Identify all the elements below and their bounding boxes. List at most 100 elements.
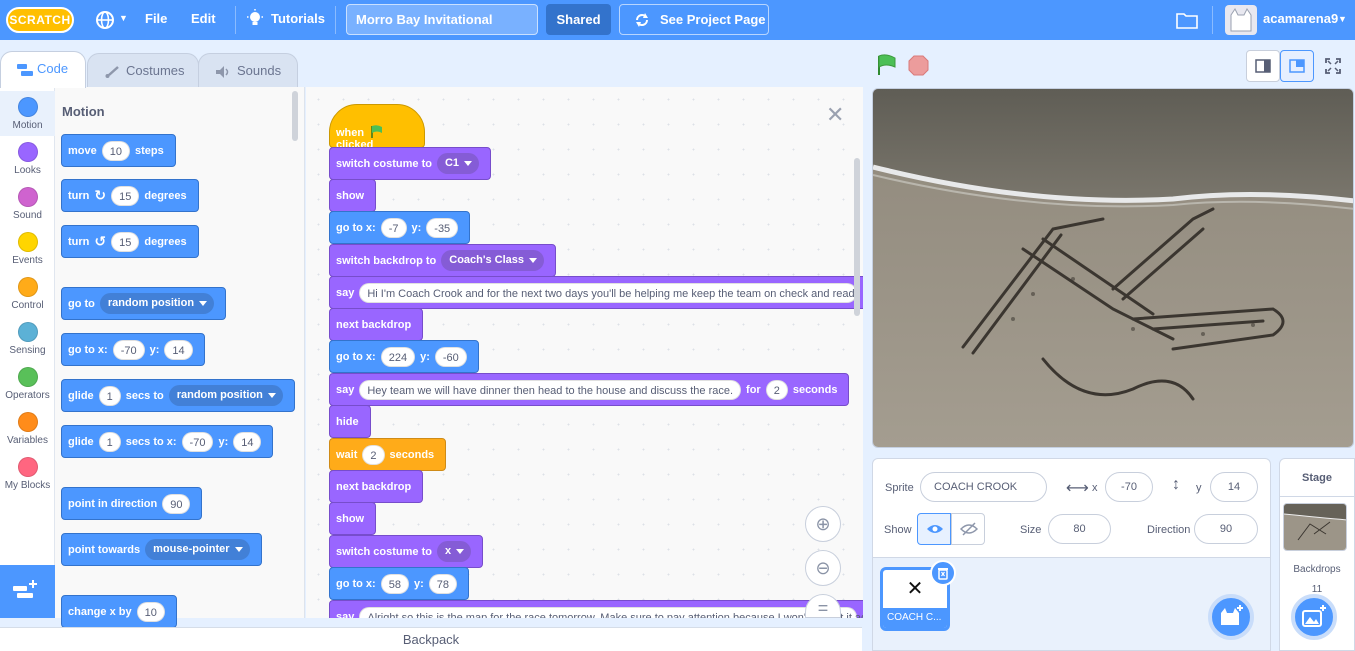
change-x-input[interactable]: 10 (136, 601, 165, 622)
switch-costume-block[interactable]: switch costume to x (329, 535, 484, 568)
choose-sprite-button[interactable] (1208, 594, 1254, 640)
username[interactable]: acamarena9 (1263, 0, 1338, 40)
costume-dropdown[interactable]: C1 (436, 153, 480, 174)
y-input[interactable]: 78 (428, 573, 457, 594)
green-flag-icon[interactable] (876, 54, 898, 76)
secs-input[interactable]: 1 (98, 431, 121, 452)
y-input[interactable]: 14 (233, 431, 262, 452)
chevron-down-icon[interactable]: ▼ (1338, 14, 1347, 24)
stage-thumbnail[interactable] (1283, 503, 1347, 551)
x-input[interactable]: -70 (181, 431, 214, 452)
tab-code[interactable]: Code (0, 51, 86, 88)
direction-input[interactable]: 90 (162, 493, 191, 514)
show-visible-button[interactable] (917, 513, 951, 545)
glide-xy-block[interactable]: glide 1 secs to x: -70 y: 14 (61, 425, 274, 458)
y-input[interactable]: -35 (426, 217, 459, 238)
go-to-random-block[interactable]: go to random position (61, 287, 227, 320)
x-input[interactable]: 224 (380, 346, 416, 367)
y-input[interactable]: -60 (434, 346, 467, 367)
category-operators[interactable]: Operators (0, 361, 55, 406)
fullscreen-button[interactable] (1317, 50, 1351, 82)
x-input[interactable]: -70 (112, 339, 145, 360)
category-events[interactable]: Events (0, 226, 55, 271)
show-block[interactable]: show (329, 502, 377, 535)
y-field[interactable]: 14 (1210, 472, 1258, 502)
choose-backdrop-button[interactable] (1291, 594, 1337, 640)
go-to-xy-block[interactable]: go to x: -70 y: 14 (61, 333, 205, 366)
zoom-out-button[interactable]: ⊖ (805, 550, 841, 586)
language-menu[interactable]: ▼ (95, 0, 128, 40)
target-dropdown[interactable]: random position (99, 293, 215, 314)
show-block[interactable]: show (329, 179, 377, 212)
script-area[interactable]: when clicked switch costume to C1 show go… (306, 87, 863, 618)
size-field[interactable]: 80 (1048, 514, 1111, 544)
next-backdrop-block[interactable]: next backdrop (329, 308, 424, 341)
avatar[interactable] (1225, 5, 1257, 35)
wait-block[interactable]: wait 2 seconds (329, 438, 447, 471)
folder-icon[interactable] (1176, 11, 1198, 29)
x-field[interactable]: -70 (1105, 472, 1153, 502)
say-block[interactable]: say Alright so this is the map for the ra… (329, 600, 863, 618)
switch-costume-block[interactable]: switch costume to C1 (329, 147, 492, 180)
palette-scrollbar[interactable] (292, 91, 298, 141)
backdrop-dropdown[interactable]: Coach's Class (441, 250, 545, 271)
shared-button[interactable]: Shared (546, 4, 611, 35)
scratch-logo[interactable]: SCRATCH (6, 7, 74, 33)
degrees-input[interactable]: 15 (111, 185, 140, 206)
costume-dropdown[interactable]: x (436, 541, 472, 562)
steps-input[interactable]: 10 (101, 140, 130, 161)
backpack[interactable]: Backpack (0, 627, 862, 651)
go-to-xy-block[interactable]: go to x: 224 y: -60 (329, 340, 479, 373)
file-menu[interactable]: File (145, 0, 167, 40)
stop-icon[interactable] (908, 55, 929, 76)
script-scrollbar[interactable] (854, 158, 860, 316)
turn-left-block[interactable]: turn ↺ 15 degrees (61, 225, 199, 258)
switch-backdrop-block[interactable]: switch backdrop to Coach's Class (329, 244, 557, 277)
close-icon[interactable]: ✕ (826, 102, 844, 128)
stage-canvas[interactable] (872, 88, 1354, 448)
tutorials-menu[interactable]: Tutorials (246, 0, 325, 40)
category-sound[interactable]: Sound (0, 181, 55, 226)
say-block[interactable]: say Hi I'm Coach Crook and for the next t… (329, 276, 863, 309)
add-extension-button[interactable] (0, 565, 55, 618)
go-to-xy-block[interactable]: go to x: 58 y: 78 (329, 567, 469, 600)
sprite-name-field[interactable]: COACH CROOK (920, 472, 1047, 502)
delete-sprite-button[interactable] (930, 560, 956, 586)
target-dropdown[interactable]: mouse-pointer (145, 539, 250, 560)
category-motion[interactable]: Motion (0, 91, 55, 136)
category-variables[interactable]: Variables (0, 406, 55, 451)
say-for-secs-block[interactable]: say Hey team we will have dinner then hea… (329, 373, 850, 406)
normal-stage-button[interactable] (1280, 50, 1314, 82)
zoom-in-button[interactable]: ⊕ (805, 506, 841, 542)
x-input[interactable]: 58 (380, 573, 409, 594)
small-stage-button[interactable] (1246, 50, 1280, 82)
say-message-input[interactable]: Hey team we will have dinner then head t… (359, 379, 742, 400)
change-x-block[interactable]: change x by 10 (61, 595, 177, 628)
move-steps-block[interactable]: move 10 steps (61, 134, 176, 167)
turn-right-block[interactable]: turn ↻ 15 degrees (61, 179, 199, 212)
hide-block[interactable]: hide (329, 405, 371, 438)
next-backdrop-block[interactable]: next backdrop (329, 470, 424, 503)
category-my-blocks[interactable]: My Blocks (0, 451, 55, 496)
tab-sounds[interactable]: Sounds (198, 53, 298, 88)
see-project-page-button[interactable]: See Project Page (619, 4, 769, 35)
go-to-xy-block[interactable]: go to x: -7 y: -35 (329, 211, 471, 244)
category-control[interactable]: Control (0, 271, 55, 316)
y-input[interactable]: 14 (164, 339, 193, 360)
degrees-input[interactable]: 15 (111, 231, 140, 252)
tab-costumes[interactable]: Costumes (87, 53, 199, 88)
point-in-direction-block[interactable]: point in direction 90 (61, 487, 203, 520)
glide-random-block[interactable]: glide 1 secs to random position (61, 379, 295, 412)
say-message-input[interactable]: Alright so this is the map for the race … (359, 606, 863, 618)
x-input[interactable]: -7 (380, 217, 407, 238)
secs-input[interactable]: 1 (98, 385, 121, 406)
show-hidden-button[interactable] (951, 513, 985, 545)
category-sensing[interactable]: Sensing (0, 316, 55, 361)
secs-input[interactable]: 2 (765, 379, 788, 400)
wait-secs-input[interactable]: 2 (362, 444, 385, 465)
category-looks[interactable]: Looks (0, 136, 55, 181)
when-flag-clicked-block[interactable]: when clicked (329, 104, 425, 151)
target-dropdown[interactable]: random position (168, 385, 283, 406)
edit-menu[interactable]: Edit (191, 0, 216, 40)
say-message-input[interactable]: Hi I'm Coach Crook and for the next two … (359, 282, 860, 303)
